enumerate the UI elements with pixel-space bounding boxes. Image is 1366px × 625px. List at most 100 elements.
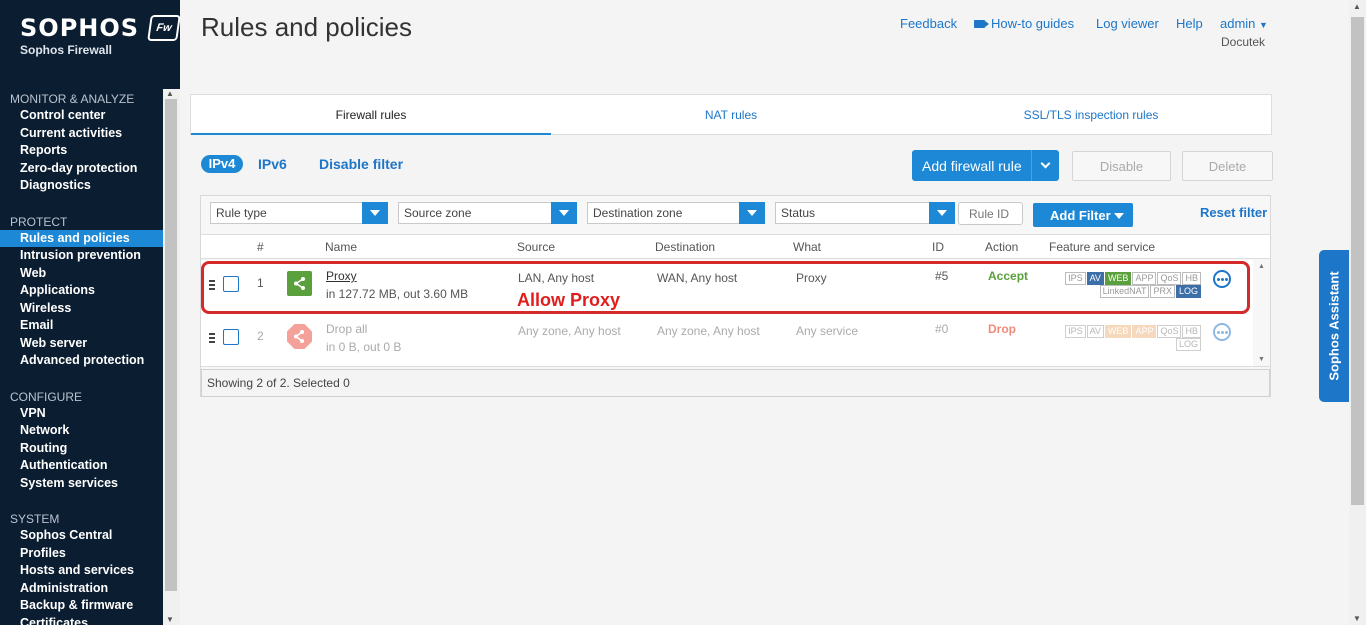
table-row[interactable]: 2 Drop all in 0 B, out 0 B Any zone, Any… [201,313,1251,366]
dropdown-arrow-icon[interactable] [551,202,577,224]
column-header-destination[interactable]: Destination [655,240,715,254]
sidebar-item-current-activities[interactable]: Current activities [0,125,163,143]
column-header-name[interactable]: Name [325,240,357,254]
column-header-source[interactable]: Source [517,240,555,254]
highlight-annotation-box [201,261,1250,314]
destination-zone-filter-label: Destination zone [593,206,683,220]
badge-web: WEB [1104,325,1132,338]
delete-button[interactable]: Delete [1182,151,1273,181]
disable-filter-link[interactable]: Disable filter [319,156,403,172]
rules-tabs: Firewall rules NAT rules SSL/TLS inspect… [190,94,1272,135]
sidebar-item-certificates[interactable]: Certificates [0,615,163,625]
feedback-link[interactable]: Feedback [900,16,957,31]
sidebar-item-administration[interactable]: Administration [0,580,163,598]
ipv4-toggle[interactable]: IPv4 [201,155,243,173]
sidebar-item-system-services[interactable]: System services [0,475,163,493]
dropdown-arrow-icon[interactable] [362,202,388,224]
sidebar-item-control-center[interactable]: Control center [0,107,163,125]
sidebar-item-sophos-central[interactable]: Sophos Central [0,527,163,545]
reset-filter-link[interactable]: Reset filter [1200,205,1267,220]
chevron-down-icon [1040,158,1051,169]
table-scrollbar[interactable]: ▲ ▼ [1253,260,1270,366]
main-scroll-thumb[interactable] [1351,17,1364,505]
disable-button[interactable]: Disable [1072,151,1171,181]
column-header-what[interactable]: What [793,240,821,254]
scroll-down-arrow-icon[interactable]: ▼ [1258,356,1265,363]
scroll-down-arrow-icon[interactable]: ▼ [1353,614,1361,623]
rule-traffic: in 0 B, out 0 B [326,340,402,354]
brand: SOPHOS Fw Sophos Firewall [0,0,181,80]
feature-badges: IPS AV WEB APP QoS HB LOG [1061,325,1201,351]
dropdown-arrow-icon[interactable] [739,202,765,224]
table-footer-status: Showing 2 of 2. Selected 0 [201,369,1270,397]
scroll-up-arrow-icon[interactable]: ▲ [1258,263,1265,270]
sidebar-item-intrusion-prevention[interactable]: Intrusion prevention [0,247,163,265]
admin-menu[interactable]: admin ▼ [1220,16,1268,31]
sidebar-item-authentication[interactable]: Authentication [0,457,163,475]
badge-log: LOG [1175,338,1201,351]
sidebar-item-diagnostics[interactable]: Diagnostics [0,177,163,195]
rule-name-link[interactable]: Drop all [326,322,367,336]
sidebar-item-applications[interactable]: Applications [0,282,163,300]
sidebar-item-network[interactable]: Network [0,422,163,440]
drop-icon [287,324,312,349]
firewall-badge-icon: Fw [147,15,181,41]
badge-hb: HB [1182,325,1201,338]
log-viewer-link[interactable]: Log viewer [1096,16,1159,31]
tab-firewall-rules[interactable]: Firewall rules [191,95,551,135]
admin-label: admin [1220,16,1256,31]
add-firewall-rule-button[interactable]: Add firewall rule [912,150,1059,181]
drag-handle-icon[interactable] [209,333,215,345]
add-filter-button[interactable]: Add Filter [1033,203,1133,227]
sidebar-item-backup-firmware[interactable]: Backup & firmware [0,597,163,615]
tab-ssl-tls-inspection-rules[interactable]: SSL/TLS inspection rules [911,95,1271,135]
scroll-up-arrow-icon[interactable]: ▲ [1353,2,1361,11]
sidebar-item-email[interactable]: Email [0,317,163,335]
howto-guides-label: How-to guides [991,16,1075,31]
column-header-num: # [257,240,264,254]
scroll-up-arrow-icon[interactable]: ▲ [166,89,174,98]
badge-qos: QoS [1157,325,1182,338]
sidebar-item-routing[interactable]: Routing [0,440,163,458]
annotation-label: Allow Proxy [517,290,621,310]
status-filter[interactable]: Status [775,202,955,224]
sidebar-scrollbar[interactable]: ▲ ▼ [163,89,180,625]
sidebar-item-profiles[interactable]: Profiles [0,545,163,563]
help-link[interactable]: Help [1176,16,1203,31]
main-scrollbar[interactable]: ▲ ▼ [1349,0,1366,625]
sidebar-item-web[interactable]: Web [0,265,163,283]
ipv6-toggle[interactable]: IPv6 [258,156,287,172]
rule-what: Any service [796,324,859,338]
badge-app: APP [1132,325,1157,338]
more-options-icon[interactable] [1213,323,1231,341]
nav-section-monitor: MONITOR & ANALYZE [10,92,135,106]
sophos-assistant-tab[interactable]: Sophos Assistant [1319,250,1349,402]
rule-id-input[interactable] [958,202,1023,225]
scroll-down-arrow-icon[interactable]: ▼ [166,615,174,624]
row-checkbox[interactable] [223,329,239,345]
sidebar-item-hosts-and-services[interactable]: Hosts and services [0,562,163,580]
sidebar-nav: MONITOR & ANALYZE Control center Current… [0,89,163,625]
source-zone-filter[interactable]: Source zone [398,202,577,224]
sidebar-item-rules-and-policies[interactable]: Rules and policies [0,229,163,247]
sidebar-item-vpn[interactable]: VPN [0,405,163,423]
column-header-action[interactable]: Action [985,240,1018,254]
sidebar-item-zero-day-protection[interactable]: Zero-day protection [0,160,163,178]
page-title: Rules and policies [201,12,413,42]
rule-type-filter[interactable]: Rule type [210,202,388,224]
sidebar-scroll-thumb[interactable] [165,99,177,591]
tab-nat-rules[interactable]: NAT rules [551,95,911,135]
sidebar-item-web-server[interactable]: Web server [0,335,163,353]
product-name: Sophos Firewall [20,43,113,57]
rule-number: 2 [257,329,264,343]
sidebar-item-reports[interactable]: Reports [0,142,163,160]
rule-type-filter-label: Rule type [216,206,267,220]
add-rule-dropdown-toggle[interactable] [1031,150,1059,181]
caret-down-icon [1114,213,1124,219]
sidebar-item-advanced-protection[interactable]: Advanced protection [0,352,163,370]
destination-zone-filter[interactable]: Destination zone [587,202,765,224]
howto-guides-link[interactable]: How-to guides [974,16,1074,31]
column-header-id[interactable]: ID [932,240,944,254]
sidebar-item-wireless[interactable]: Wireless [0,300,163,318]
dropdown-arrow-icon[interactable] [929,202,955,224]
